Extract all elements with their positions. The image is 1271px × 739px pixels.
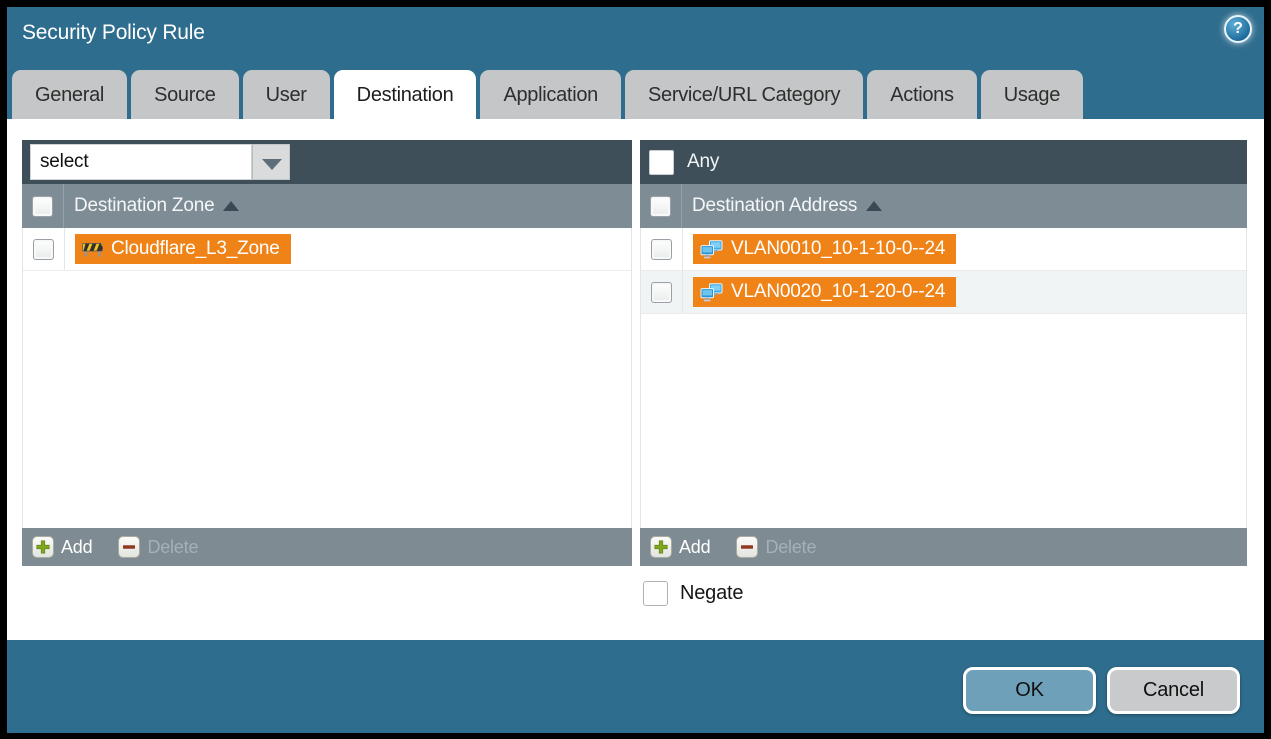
- tab-general[interactable]: General: [12, 70, 127, 119]
- tab-bar: General Source User Destination Applicat…: [12, 70, 1083, 119]
- address-row-checkbox[interactable]: [651, 239, 672, 260]
- zone-select-input[interactable]: select: [30, 144, 252, 180]
- address-panel-footer: Add Delete: [640, 528, 1247, 566]
- plus-icon: [32, 536, 54, 558]
- address-add-button[interactable]: Add: [650, 536, 710, 558]
- security-policy-rule-dialog: Security Policy Rule ? General Source Us…: [7, 7, 1264, 733]
- destination-address-panel: Any Destination Address: [640, 140, 1247, 566]
- network-hosts-icon: [700, 240, 723, 259]
- tab-actions[interactable]: Actions: [867, 70, 977, 119]
- tab-user[interactable]: User: [243, 70, 330, 119]
- address-list: VLAN0010_10-1-10-0--24: [640, 228, 1247, 528]
- address-row: VLAN0020_10-1-20-0--24: [641, 271, 1246, 314]
- destination-tab-content: select Destination Zone: [7, 119, 1264, 640]
- zone-column-header[interactable]: Destination Zone: [22, 184, 632, 228]
- tab-source[interactable]: Source: [131, 70, 239, 119]
- address-column-label: Destination Address: [692, 195, 857, 217]
- title-bar: Security Policy Rule ?: [7, 7, 1264, 70]
- any-label: Any: [687, 151, 719, 173]
- tab-service-url-category[interactable]: Service/URL Category: [625, 70, 863, 119]
- window-frame: Security Policy Rule ? General Source Us…: [0, 0, 1271, 739]
- address-item-label: VLAN0010_10-1-10-0--24: [731, 238, 945, 260]
- dialog-title: Security Policy Rule: [22, 21, 205, 45]
- cancel-button[interactable]: Cancel: [1107, 667, 1240, 714]
- minus-icon: [118, 536, 140, 558]
- address-item[interactable]: VLAN0020_10-1-20-0--24: [693, 277, 956, 307]
- address-panel-header: Any: [640, 140, 1247, 184]
- any-checkbox[interactable]: [649, 150, 674, 175]
- address-item[interactable]: VLAN0010_10-1-10-0--24: [693, 234, 956, 264]
- select-all-addresses-checkbox[interactable]: [650, 196, 671, 217]
- zone-column-label: Destination Zone: [74, 195, 214, 217]
- zone-row-checkbox[interactable]: [33, 239, 54, 260]
- zone-panel-footer: Add Delete: [22, 528, 632, 566]
- zone-panel-header: select: [22, 140, 632, 184]
- zone-barricade-icon: [82, 242, 103, 257]
- tab-application[interactable]: Application: [480, 70, 621, 119]
- zone-delete-button[interactable]: Delete: [118, 536, 198, 558]
- zone-add-button[interactable]: Add: [32, 536, 92, 558]
- ok-button[interactable]: OK: [963, 667, 1096, 714]
- tab-destination[interactable]: Destination: [334, 70, 477, 119]
- zone-list: Cloudflare_L3_Zone: [22, 228, 632, 528]
- address-row: VLAN0010_10-1-10-0--24: [641, 228, 1246, 271]
- tab-usage[interactable]: Usage: [981, 70, 1083, 119]
- network-hosts-icon: [700, 283, 723, 302]
- chevron-down-icon: [262, 159, 282, 170]
- address-row-checkbox[interactable]: [651, 282, 672, 303]
- zone-row: Cloudflare_L3_Zone: [23, 228, 631, 271]
- address-delete-button[interactable]: Delete: [736, 536, 816, 558]
- destination-zone-panel: select Destination Zone: [22, 140, 632, 566]
- zone-item[interactable]: Cloudflare_L3_Zone: [75, 234, 291, 264]
- address-column-header[interactable]: Destination Address: [640, 184, 1247, 228]
- negate-label: Negate: [680, 582, 743, 605]
- select-all-zones-checkbox[interactable]: [32, 196, 53, 217]
- sort-ascending-icon: [866, 201, 882, 211]
- sort-ascending-icon: [223, 201, 239, 211]
- zone-select-dropdown-button[interactable]: [252, 144, 290, 180]
- help-icon[interactable]: ?: [1224, 15, 1252, 43]
- negate-checkbox[interactable]: [643, 581, 668, 606]
- zone-item-label: Cloudflare_L3_Zone: [111, 238, 280, 260]
- negate-option: Negate: [643, 581, 743, 606]
- address-item-label: VLAN0020_10-1-20-0--24: [731, 281, 945, 303]
- plus-icon: [650, 536, 672, 558]
- minus-icon: [736, 536, 758, 558]
